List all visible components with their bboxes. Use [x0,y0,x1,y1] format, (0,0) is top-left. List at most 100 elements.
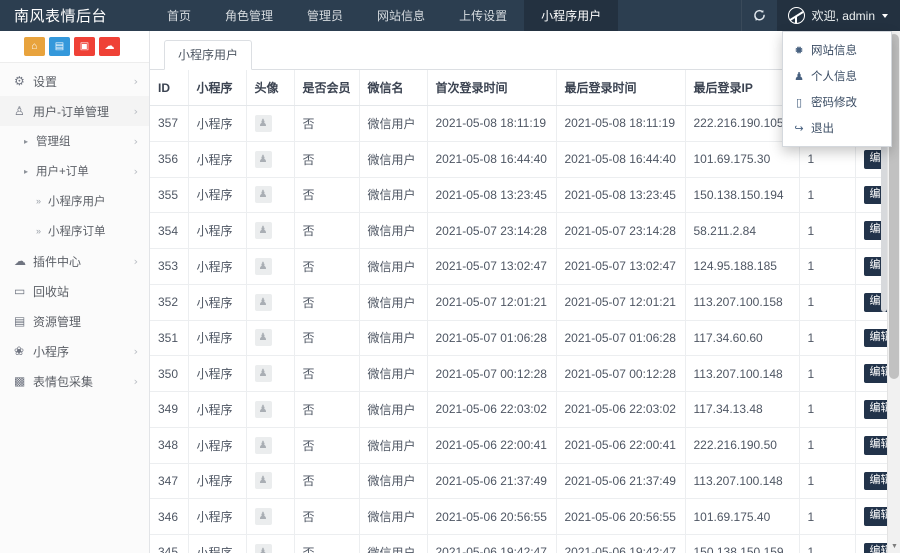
plugin-center-icon: ☁ [14,254,26,268]
user-menu-button[interactable]: 欢迎, admin [776,0,900,31]
refresh-icon[interactable] [740,0,777,31]
settings-icon: ⚙ [14,74,25,88]
nav-item-0[interactable]: 首页 [150,0,208,31]
cell-login_count: 1 [799,248,856,285]
dropdown-item-user[interactable]: ♟ 个人信息 [783,63,891,89]
cell-id: 348 [150,427,189,464]
cell-avatar: ♟ [246,498,295,535]
cell-app: 小程序 [188,427,247,464]
cell-last_ip: 150.138.150.194 [685,177,800,214]
cell-login_count: 1 [799,391,856,428]
cell-login_count: 1 [799,355,856,392]
recycle-bin-icon: ▭ [14,284,26,298]
person-placeholder-icon: ♟ [254,222,272,240]
cell-first_login: 2021-05-08 13:23:45 [427,177,557,214]
nav-item-5[interactable]: 小程序用户 [524,0,619,31]
column-header-4: 微信名 [359,70,428,106]
cell-member: 否 [294,534,360,553]
cell-wx_name: 微信用户 [359,248,428,285]
sidebar-item-admin-group[interactable]: ▸ 管理组 › [0,126,149,156]
file-quick-button[interactable]: ▤ [49,37,70,56]
cell-avatar: ♟ [246,463,295,500]
sidebar-item-miniapp-orders[interactable]: » 小程序订单 [0,216,149,246]
cell-app: 小程序 [188,212,247,249]
nav-item-3[interactable]: 网站信息 [360,0,442,31]
chevron-right-icon: › [133,254,138,268]
cell-wx_name: 微信用户 [359,427,428,464]
cell-id: 356 [150,141,189,178]
person-placeholder-icon: ♟ [254,150,272,168]
table-row: 352 小程序 ♟ 否微信用户 2021-05-07 12:01:21 2021-05-0… [150,284,900,321]
cell-last_login: 2021-05-06 22:03:02 [556,391,686,428]
tab-miniapp-users[interactable]: 小程序用户 [164,40,253,70]
person-placeholder-icon: ♟ [254,400,272,418]
cell-login_count: 1 [799,284,856,321]
cell-last_login: 2021-05-06 20:56:55 [556,498,686,535]
cell-wx_name: 微信用户 [359,177,428,214]
home-quick-button[interactable]: ⌂ [24,37,45,56]
sidebar-item-miniapp[interactable]: ❀ 小程序 › [0,336,149,366]
sidebar-quick-actions: ⌂ ▤ ▣ ☁ [0,31,149,63]
cell-id: 355 [150,177,189,214]
column-header-1: 小程序 [188,70,247,106]
dropdown-item-gear[interactable]: ✹ 网站信息 [783,37,891,63]
chevron-down-icon [882,13,888,18]
cell-last_ip: 222.216.190.50 [685,427,800,464]
cell-member: 否 [294,141,360,178]
sidebar-item-plugin-center[interactable]: ☁ 插件中心 › [0,246,149,276]
cell-wx_name: 微信用户 [359,534,428,553]
cell-login_count: 1 [799,498,856,535]
table-row: 346 小程序 ♟ 否微信用户 2021-05-06 20:56:55 2021-05-0… [150,498,900,535]
sidebar-item-label: 插件中心 [33,254,82,269]
trash-quick-button[interactable]: ▣ [74,37,95,56]
dropdown-item-label: 密码修改 [811,97,857,109]
dropdown-item-sign-out[interactable]: ↪ 退出 [783,115,891,141]
cell-member: 否 [294,427,360,464]
miniapp-users-icon: » [36,196,42,206]
nav-item-2[interactable]: 管理员 [290,0,360,31]
sidebar-item-miniapp-users[interactable]: » 小程序用户 [0,186,149,216]
cell-avatar: ♟ [246,534,295,553]
cloud-quick-button[interactable]: ☁ [99,37,120,56]
cell-avatar: ♟ [246,141,295,178]
sidebar-item-label: 设置 [33,74,58,89]
nav-item-1[interactable]: 角色管理 [208,0,290,31]
gear-icon: ✹ [794,44,804,57]
cell-app: 小程序 [188,498,247,535]
cell-login_count: 1 [799,534,856,553]
sidebar-item-label: 用户+订单 [36,166,89,178]
sidebar-item-user-plus-order[interactable]: ▸ 用户+订单 › [0,156,149,186]
user-dropdown-menu[interactable]: ✹ 网站信息 ♟ 个人信息 ▯ 密码修改 ↪ 退出 [782,31,892,147]
cell-login_count: 1 [799,212,856,249]
cell-wx_name: 微信用户 [359,284,428,321]
scroll-down-arrow-icon[interactable]: ▼ [888,540,900,553]
cell-first_login: 2021-05-08 16:44:40 [427,141,557,178]
chevron-right-icon: › [133,74,138,88]
sidebar-item-recycle-bin[interactable]: ▭ 回收站 [0,276,149,306]
nav-item-4[interactable]: 上传设置 [442,0,524,31]
cell-id: 345 [150,534,189,553]
nav-item-label: 小程序用户 [541,9,602,23]
person-placeholder-icon: ♟ [254,186,272,204]
sidebar-item-sticker-collect[interactable]: ▩ 表情包采集 › [0,366,149,396]
cell-wx_name: 微信用户 [359,212,428,249]
person-placeholder-icon: ♟ [254,114,272,132]
cell-avatar: ♟ [246,284,295,321]
cell-id: 354 [150,212,189,249]
table-row: 354 小程序 ♟ 否微信用户 2021-05-07 23:14:28 2021-05-0… [150,212,900,249]
cell-wx_name: 微信用户 [359,463,428,500]
top-navbar: 南风表情后台 首页 角色管理 管理员 网站信息 上传设置 小程序用户 欢迎, admin [0,0,900,31]
person-placeholder-icon: ♟ [254,543,272,553]
cell-id: 357 [150,105,189,142]
sidebar-item-resource-mgmt[interactable]: ▤ 资源管理 [0,306,149,336]
user-greeting-label: 欢迎, admin [811,9,875,23]
dropdown-item-lock[interactable]: ▯ 密码修改 [783,89,891,115]
cell-app: 小程序 [188,105,247,142]
cell-id: 347 [150,463,189,500]
sidebar-item-label: 管理组 [36,136,71,148]
sidebar-item-user-order-mgmt[interactable]: ♙ 用户-订单管理 › [0,96,149,126]
cell-last_ip: 113.207.100.148 [685,463,800,500]
cell-last_ip: 113.207.100.148 [685,355,800,392]
sidebar-item-settings[interactable]: ⚙ 设置 › [0,66,149,96]
cell-last_login: 2021-05-06 22:00:41 [556,427,686,464]
